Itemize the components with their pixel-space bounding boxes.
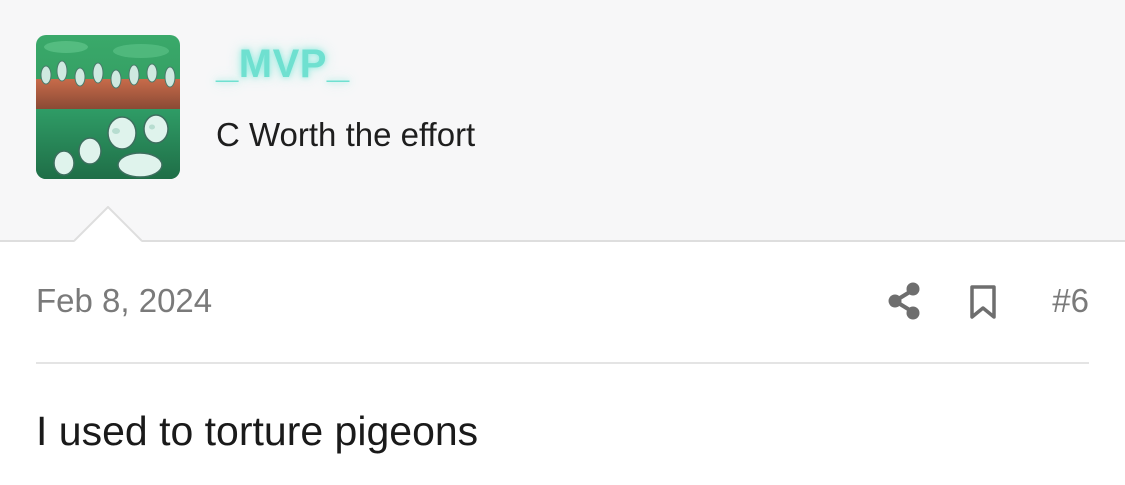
forum-post: _MVP_ C Worth the effort Feb 8, 2024 #6 … bbox=[0, 0, 1125, 485]
author-user-title: C Worth the effort bbox=[216, 116, 476, 153]
post-user-header: _MVP_ C Worth the effort bbox=[0, 0, 1125, 242]
meta-divider bbox=[36, 362, 1089, 364]
header-pointer-arrow bbox=[74, 206, 142, 242]
post-meta-bar: Feb 8, 2024 #6 bbox=[36, 282, 1089, 322]
post-date[interactable]: Feb 8, 2024 bbox=[36, 282, 212, 320]
post-number-link[interactable]: #6 bbox=[1052, 282, 1089, 320]
share-icon[interactable] bbox=[886, 282, 922, 320]
bookmark-icon[interactable] bbox=[968, 284, 998, 320]
author-username[interactable]: _MVP_ bbox=[216, 42, 350, 87]
avatar-image bbox=[36, 35, 180, 179]
post-body-text: I used to torture pigeons bbox=[36, 408, 479, 454]
user-avatar[interactable] bbox=[36, 35, 180, 179]
